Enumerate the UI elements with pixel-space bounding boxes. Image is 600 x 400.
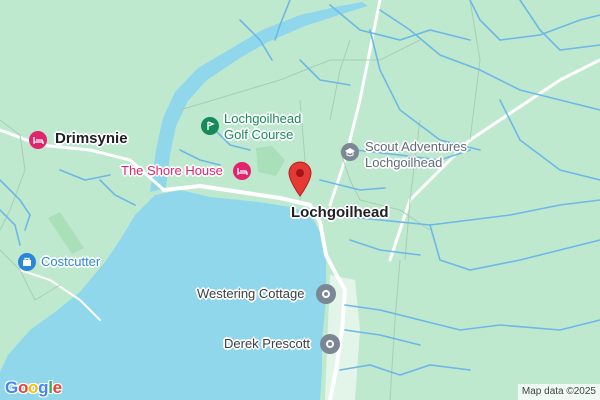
shopping-bag-icon[interactable] bbox=[18, 253, 36, 271]
golf-course-label-line1: Lochgoilhead bbox=[224, 111, 302, 126]
drimsynie-label[interactable]: Drimsynie bbox=[55, 130, 128, 147]
marker-pin-icon[interactable] bbox=[287, 161, 313, 197]
google-logo-letter: g bbox=[38, 378, 49, 397]
generic-poi-icon[interactable] bbox=[316, 284, 336, 304]
scout-adventures-label-line2: Lochgoilhead bbox=[365, 155, 443, 170]
google-logo-letter: o bbox=[28, 378, 39, 397]
scout-adventures-label-line1: Scout Adventures bbox=[365, 139, 467, 154]
hotel-icon[interactable] bbox=[233, 162, 251, 180]
derek-prescott-label[interactable]: Derek Prescott bbox=[224, 336, 310, 351]
generic-poi-icon[interactable] bbox=[320, 334, 340, 354]
scout-adventures-label[interactable]: Scout Adventures Lochgoilhead bbox=[365, 139, 467, 171]
golf-course-label-line2: Golf Course bbox=[224, 127, 294, 142]
westering-cottage-label[interactable]: Westering Cottage bbox=[197, 286, 304, 301]
hotel-icon[interactable] bbox=[29, 131, 47, 149]
costcutter-label[interactable]: Costcutter bbox=[41, 254, 100, 269]
google-logo-letter: G bbox=[5, 378, 18, 397]
shore-house-label[interactable]: The Shore House bbox=[121, 163, 223, 178]
google-logo[interactable]: Google bbox=[5, 378, 62, 398]
map-attribution[interactable]: Map data ©2025 bbox=[517, 384, 600, 400]
town-label[interactable]: Lochgoilhead bbox=[291, 204, 389, 221]
school-icon[interactable] bbox=[341, 143, 359, 161]
golf-icon[interactable] bbox=[201, 117, 219, 135]
google-logo-letter: o bbox=[17, 378, 29, 397]
google-logo-letter: e bbox=[52, 378, 62, 397]
golf-course-label[interactable]: Lochgoilhead Golf Course bbox=[224, 111, 301, 143]
